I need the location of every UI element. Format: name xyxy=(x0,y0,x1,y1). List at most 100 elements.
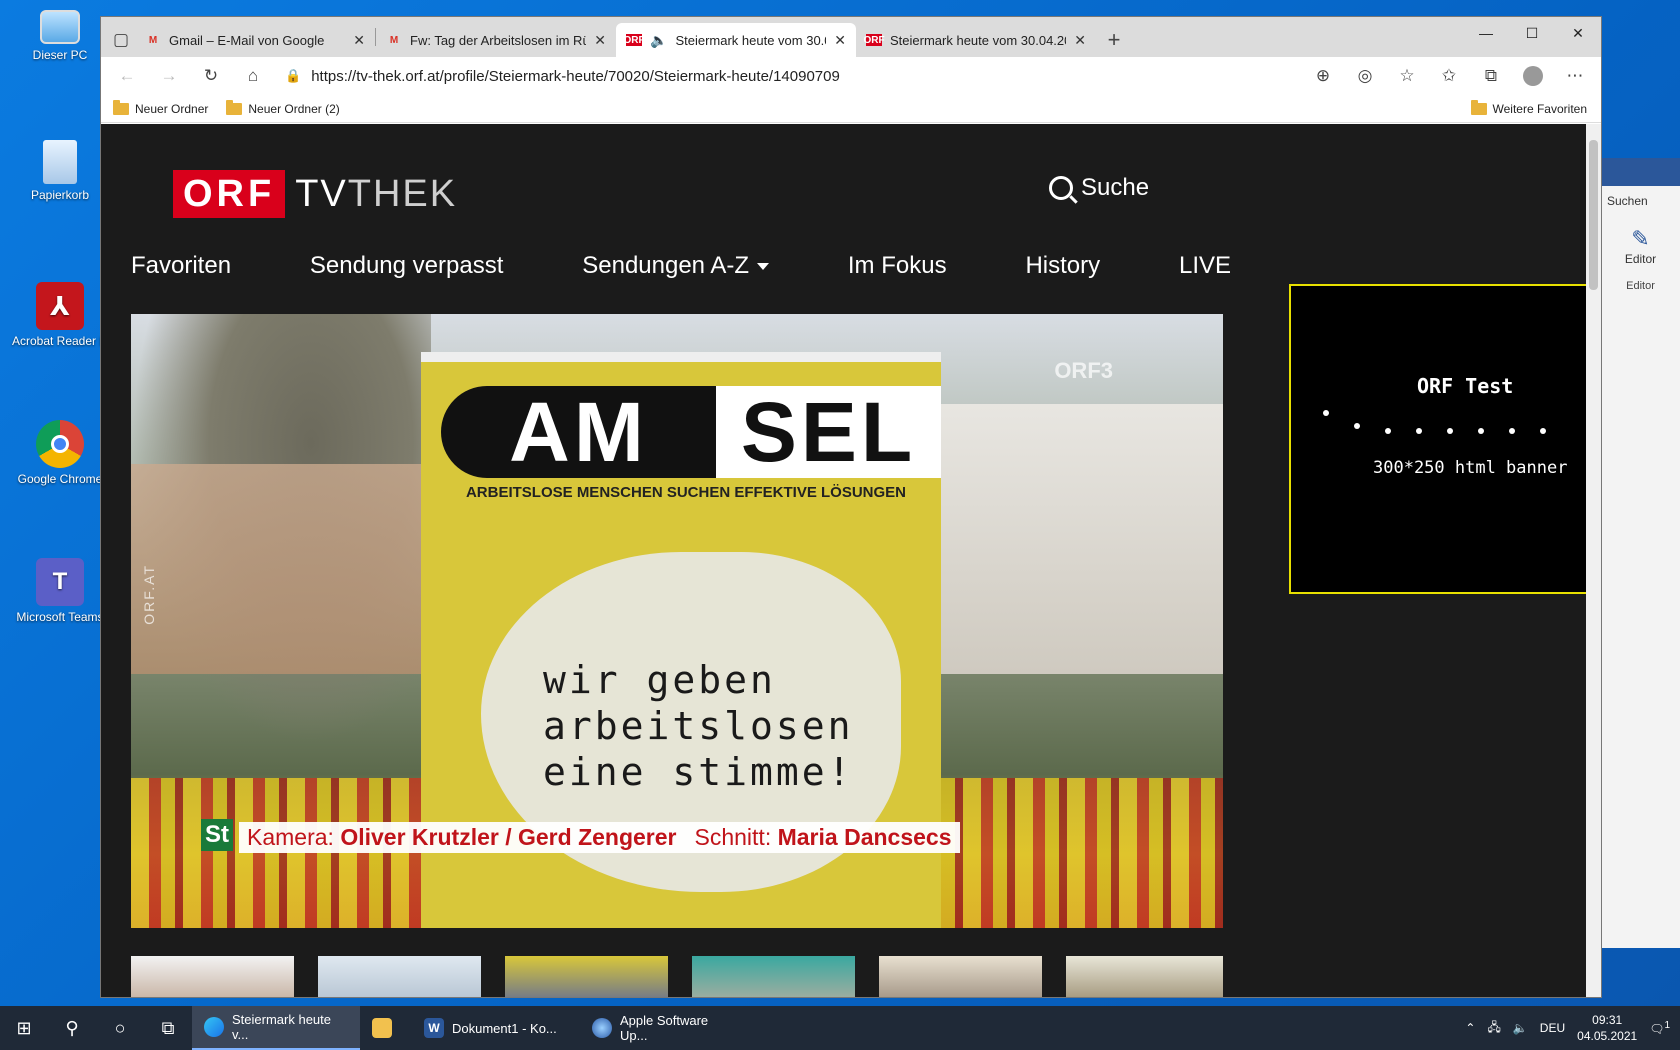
clock[interactable]: 09:31 04.05.2021 xyxy=(1577,1012,1637,1044)
taskbar-word[interactable]: W Dokument1 - Ko... xyxy=(412,1006,580,1050)
nav-im-fokus[interactable]: Im Fokus xyxy=(848,252,947,280)
edge-browser-window: ▢ M Gmail – E-Mail von Google ✕ M Fw: Ta… xyxy=(100,16,1602,998)
background-window-titlebar xyxy=(1601,158,1680,186)
tab-actions-icon[interactable]: ▢ xyxy=(107,23,135,57)
ad-title: ORF Test xyxy=(1417,374,1514,398)
nav-history[interactable]: History xyxy=(1025,252,1100,280)
chrome-icon xyxy=(36,420,84,468)
other-favorites[interactable]: Weitere Favoriten xyxy=(1470,99,1587,116)
word-icon: W xyxy=(424,1018,444,1038)
ad-subtitle: 300*250 html banner xyxy=(1373,458,1568,478)
system-tray: ⌃ 🖧 🔈 DEU 09:31 04.05.2021 🗨1 xyxy=(1465,1012,1680,1044)
maximize-icon[interactable]: ☐ xyxy=(1509,17,1555,49)
video-scene-building xyxy=(933,404,1223,674)
tab-steiermark[interactable]: ORF Steiermark heute vom 30.04.202 ✕ xyxy=(856,23,1096,57)
tvthek-page: ORF TVTHEK Suche Favoriten Sendung verpa… xyxy=(101,124,1587,997)
tab-gmail[interactable]: M Gmail – E-Mail von Google ✕ xyxy=(135,23,375,57)
nav-sendungen-a-z[interactable]: Sendungen A-Z xyxy=(582,252,769,280)
favorites-icon[interactable]: ✩ xyxy=(1431,61,1467,91)
folder-icon xyxy=(1470,99,1487,115)
folder-icon xyxy=(226,99,243,115)
editor-pen-icon: ✎ xyxy=(1631,226,1650,251)
desktop-icon-acrobat[interactable]: ⅄ Acrobat Reader D xyxy=(6,282,114,348)
home-icon[interactable]: ⌂ xyxy=(235,61,271,91)
search-icon xyxy=(1049,176,1073,200)
start-windows-icon[interactable]: ⊞ xyxy=(0,1006,48,1050)
network-icon[interactable]: 🖧 xyxy=(1487,1018,1500,1039)
notification-center[interactable]: 🗨1 xyxy=(1649,1020,1670,1036)
episode-thumbnails xyxy=(131,956,1223,997)
taskbar-apple-update[interactable]: Apple Software Up... xyxy=(580,1006,748,1050)
folder-icon xyxy=(113,99,129,115)
nav-sendung-verpasst[interactable]: Sendung verpasst xyxy=(310,252,503,280)
teams-icon: T xyxy=(36,558,84,606)
orf-tvthek-logo[interactable]: ORF TVTHEK xyxy=(173,170,457,218)
computer-icon xyxy=(40,10,80,44)
tab-steiermark-active[interactable]: ORF 🔈 Steiermark heute vom 30.04 ✕ xyxy=(616,23,856,57)
video-player[interactable]: AM SEL ARBEITSLOSE MENSCHEN SUCHEN EFFEK… xyxy=(131,314,1223,928)
apple-update-icon xyxy=(592,1018,612,1038)
desktop-icon-recycle-bin[interactable]: Papierkorb xyxy=(6,140,114,202)
language-indicator[interactable]: DEU xyxy=(1540,1021,1565,1035)
chevron-up-icon[interactable]: ⌃ xyxy=(1465,1021,1475,1035)
edge-icon xyxy=(204,1017,224,1037)
acrobat-icon: ⅄ xyxy=(36,282,84,330)
close-window-icon[interactable]: ✕ xyxy=(1555,17,1601,49)
minimize-icon[interactable]: — xyxy=(1463,17,1509,49)
bookmark-folder-1[interactable]: Neuer Ordner xyxy=(113,99,208,116)
nav-live[interactable]: LIVE xyxy=(1179,252,1231,280)
volume-icon[interactable]: 🔈 xyxy=(1513,1021,1528,1035)
back-arrow-icon[interactable]: ← xyxy=(109,61,145,91)
scrollbar-thumb[interactable] xyxy=(1589,140,1598,290)
search-button[interactable]: Suche xyxy=(1049,174,1149,202)
side-search-label[interactable]: Suchen xyxy=(1601,186,1680,216)
collections-icon[interactable]: ⧉ xyxy=(1473,61,1509,91)
desktop-icon-teams[interactable]: T Microsoft Teams xyxy=(6,558,114,624)
bookmark-folder-2[interactable]: Neuer Ordner (2) xyxy=(226,99,340,116)
thumbnail-6[interactable] xyxy=(1066,956,1223,997)
lock-icon[interactable]: 🔒 xyxy=(285,68,301,84)
tracking-prevention-icon[interactable]: ◎ xyxy=(1347,61,1383,91)
address-bar[interactable]: 🔒 https://tv-thek.orf.at/profile/Steierm… xyxy=(277,61,1299,91)
tab-gmail-fw[interactable]: M Fw: Tag der Arbeitslosen im Rück ✕ xyxy=(376,23,616,57)
add-favorite-icon[interactable]: ☆ xyxy=(1389,61,1425,91)
close-icon[interactable]: ✕ xyxy=(353,32,365,49)
logo-tvthek: TVTHEK xyxy=(295,172,458,215)
cortana-icon[interactable]: ○ xyxy=(96,1006,144,1050)
tab-bar: ▢ M Gmail – E-Mail von Google ✕ M Fw: Ta… xyxy=(101,17,1601,57)
editor-group-label: Editor xyxy=(1626,280,1655,292)
ad-banner[interactable]: ORF Test 300*250 html banner xyxy=(1289,284,1587,594)
thumbnail-2[interactable] xyxy=(318,956,481,997)
desktop-icon-chrome[interactable]: Google Chrome xyxy=(6,420,114,486)
taskbar-edge[interactable]: Steiermark heute v... xyxy=(192,1006,360,1050)
explorer-icon xyxy=(372,1018,392,1038)
profile-avatar-icon[interactable] xyxy=(1515,61,1551,91)
close-icon[interactable]: ✕ xyxy=(594,32,606,49)
thumbnail-1[interactable] xyxy=(131,956,294,997)
close-icon[interactable]: ✕ xyxy=(834,32,846,49)
url-text[interactable]: https://tv-thek.orf.at/profile/Steiermar… xyxy=(311,68,840,85)
page-scrollbar[interactable] xyxy=(1586,124,1601,997)
new-tab-button[interactable]: + xyxy=(1096,23,1132,57)
refresh-icon[interactable]: ↻ xyxy=(193,61,229,91)
more-menu-icon[interactable]: ⋯ xyxy=(1557,61,1593,91)
nav-favoriten[interactable]: Favoriten xyxy=(131,252,231,280)
video-scene-houses xyxy=(131,464,431,674)
channel-badge: St xyxy=(201,819,233,851)
editor-button[interactable]: ✎ Editor xyxy=(1601,216,1680,266)
close-icon[interactable]: ✕ xyxy=(1074,32,1086,49)
speaker-icon[interactable]: 🔈 xyxy=(650,32,667,49)
thumbnail-3[interactable] xyxy=(505,956,668,997)
search-icon[interactable]: ⚲ xyxy=(48,1006,96,1050)
zoom-icon[interactable]: ⊕ xyxy=(1305,61,1341,91)
task-view-icon[interactable]: ⧉ xyxy=(144,1006,192,1050)
background-word-window[interactable]: Suchen ✎ Editor Editor xyxy=(1600,158,1680,948)
forward-arrow-icon[interactable]: → xyxy=(151,61,187,91)
recycle-bin-icon xyxy=(43,140,77,184)
favorites-bar: Neuer Ordner Neuer Ordner (2) Weitere Fa… xyxy=(101,95,1601,123)
thumbnail-5[interactable] xyxy=(879,956,1042,997)
taskbar-explorer[interactable] xyxy=(360,1006,412,1050)
desktop-icon-this-pc[interactable]: Dieser PC xyxy=(6,10,114,62)
thumbnail-4[interactable] xyxy=(692,956,855,997)
side-watermark: ORF.AT xyxy=(141,564,157,625)
